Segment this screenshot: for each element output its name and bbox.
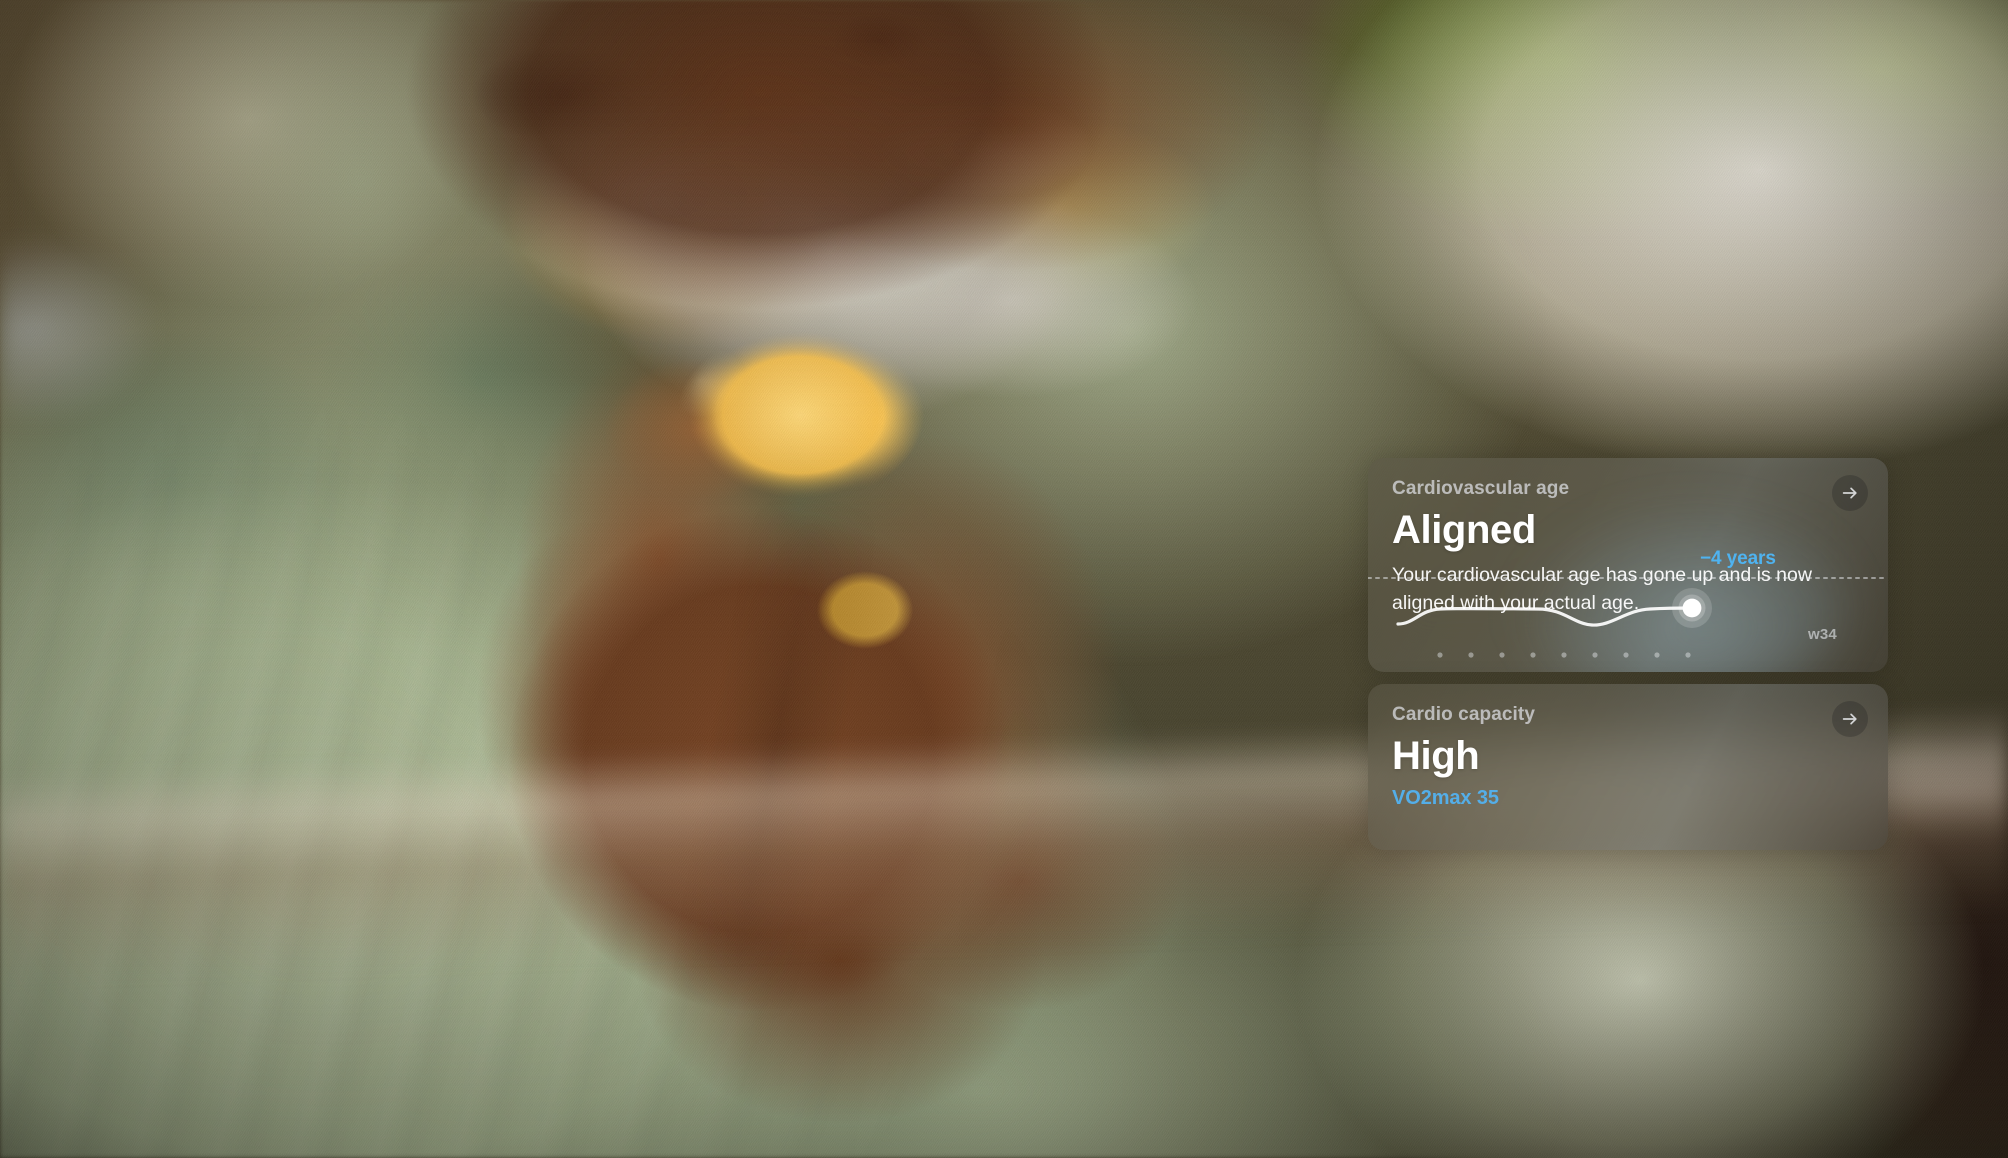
chart-tick-dots bbox=[1437, 652, 1691, 658]
cardio-capacity-content: Cardio capacity High VO2max 35 bbox=[1368, 684, 1888, 810]
chart-annotation: −4 years bbox=[1700, 548, 1776, 569]
cardiovascular-age-label: Cardiovascular age bbox=[1392, 478, 1570, 499]
cardiovascular-age-arrow-button[interactable] bbox=[1832, 475, 1868, 511]
cardio-capacity-label: Cardio capacity bbox=[1392, 704, 1535, 725]
chart-endpoint-dot bbox=[1682, 598, 1702, 618]
chart-x-axis-label: w34 bbox=[1808, 626, 1837, 643]
metric-card-stack: Cardiovascular age Aligned Your cardiova… bbox=[1368, 458, 1888, 850]
cardio-capacity-vo2max: VO2max 35 bbox=[1392, 787, 1499, 810]
cardio-capacity-arrow-button[interactable] bbox=[1832, 701, 1868, 737]
arrow-right-icon bbox=[1840, 483, 1860, 503]
chart-svg bbox=[1368, 577, 1888, 658]
card-cardiovascular-age[interactable]: Cardiovascular age Aligned Your cardiova… bbox=[1368, 458, 1888, 672]
cardiovascular-age-chart: −4 years w34 bbox=[1368, 542, 1888, 672]
chart-trend-line bbox=[1396, 606, 1694, 627]
arrow-right-icon bbox=[1840, 709, 1860, 729]
cardio-capacity-value: High bbox=[1392, 733, 1480, 778]
card-cardio-capacity[interactable]: Cardio capacity High VO2max 35 bbox=[1368, 684, 1888, 850]
